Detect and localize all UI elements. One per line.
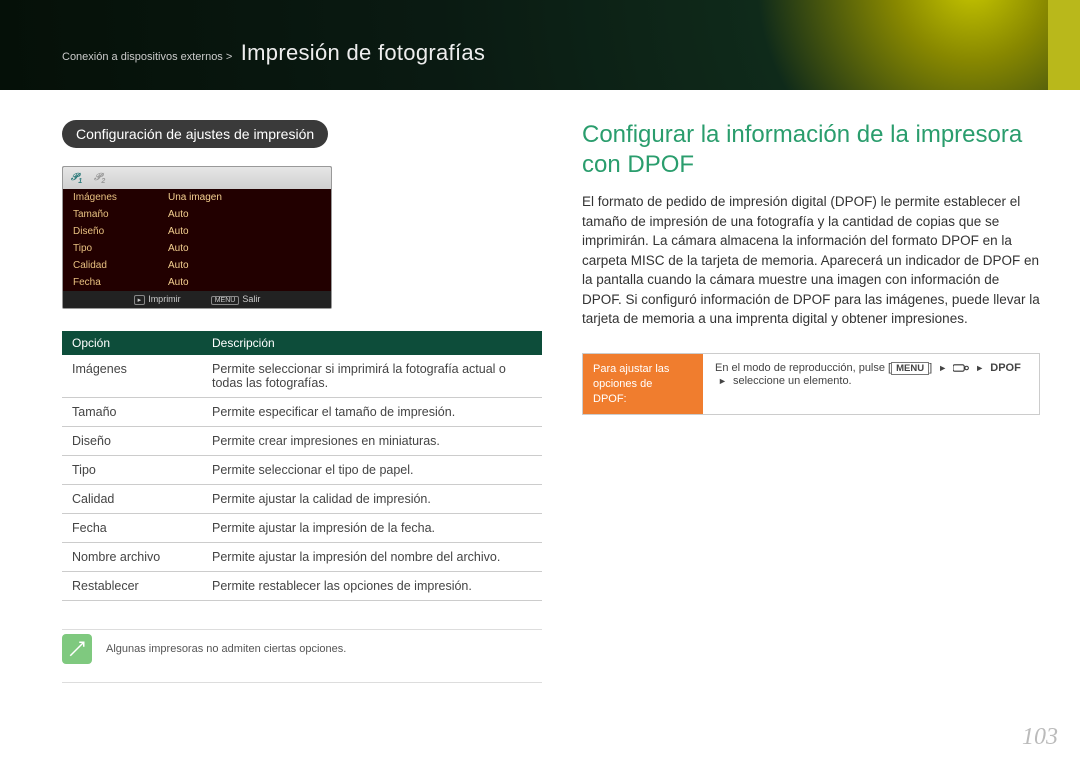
right-column: Configurar la información de la impresor…: [582, 120, 1040, 683]
section-pill: Configuración de ajustes de impresión: [62, 120, 328, 148]
table-row: ImágenesPermite seleccionar si imprimirá…: [62, 355, 542, 398]
table-row: Nombre archivoPermite ajustar la impresi…: [62, 543, 542, 572]
header-accent: [1048, 0, 1080, 90]
option-name: Tamaño: [62, 398, 202, 427]
note-icon: [62, 634, 92, 664]
camera-row-key: Imágenes: [73, 192, 168, 203]
print-btn-icon: ▸: [134, 295, 146, 305]
camera-row-key: Diseño: [73, 226, 168, 237]
option-desc: Permite ajustar la impresión de la fecha…: [202, 514, 542, 543]
table-row: DiseñoPermite crear impresiones en minia…: [62, 427, 542, 456]
th-description: Descripción: [202, 331, 542, 355]
table-row: FechaPermite ajustar la impresión de la …: [62, 514, 542, 543]
menu-key-icon: MENU: [891, 362, 929, 375]
page-header: Conexión a dispositivos externos > Impre…: [0, 0, 1080, 90]
camera-row-value: Una imagen: [168, 192, 222, 203]
option-name: Diseño: [62, 427, 202, 456]
left-column: Configuración de ajustes de impresión 𝒫1…: [62, 120, 542, 683]
options-table: Opción Descripción ImágenesPermite selec…: [62, 331, 542, 601]
camera-print-label: Imprimir: [148, 294, 181, 304]
arrow-icon: ►: [975, 363, 984, 373]
camera-footer: ▸Imprimir MENUSalir: [63, 291, 331, 308]
table-row: CalidadPermite ajustar la calidad de imp…: [62, 485, 542, 514]
th-option: Opción: [62, 331, 202, 355]
breadcrumb-prefix: Conexión a dispositivos externos >: [62, 51, 232, 63]
option-desc: Permite seleccionar si imprimirá la foto…: [202, 355, 542, 398]
option-name: Nombre archivo: [62, 543, 202, 572]
note-box: Algunas impresoras no admiten ciertas op…: [62, 629, 542, 683]
dpof-text-post1: ]: [929, 362, 935, 374]
dpof-text-pre: En el modo de reproducción, pulse [: [715, 362, 891, 374]
camera-row-value: Auto: [168, 260, 189, 271]
table-row: TamañoPermite especificar el tamaño de i…: [62, 398, 542, 427]
option-desc: Permite ajustar la impresión del nombre …: [202, 543, 542, 572]
table-row: RestablecerPermite restablecer las opcio…: [62, 572, 542, 601]
camera-row-value: Auto: [168, 277, 189, 288]
note-text: Algunas impresoras no admiten ciertas op…: [106, 643, 346, 655]
option-desc: Permite crear impresiones en miniaturas.: [202, 427, 542, 456]
dpof-left-line3: DPOF:: [593, 393, 627, 405]
option-desc: Permite seleccionar el tipo de papel.: [202, 456, 542, 485]
right-body: El formato de pedido de impresión digita…: [582, 192, 1040, 329]
option-desc: Permite especificar el tamaño de impresi…: [202, 398, 542, 427]
camera-row-key: Tipo: [73, 243, 168, 254]
camera-tab-2-icon: 𝒫2: [94, 172, 105, 185]
dpof-right-instructions: En el modo de reproducción, pulse [MENU]…: [703, 354, 1039, 415]
dpof-instruction-box: Para ajustar las opciones de DPOF: En el…: [582, 353, 1040, 416]
option-name: Fecha: [62, 514, 202, 543]
arrow-icon: ►: [938, 363, 947, 373]
menu-btn-icon: MENU: [211, 296, 240, 305]
camera-row-key: Tamaño: [73, 209, 168, 220]
option-name: Tipo: [62, 456, 202, 485]
camera-row-value: Auto: [168, 209, 189, 220]
camera-row: DiseñoAuto: [63, 223, 331, 240]
option-desc: Permite restablecer las opciones de impr…: [202, 572, 542, 601]
option-name: Calidad: [62, 485, 202, 514]
dpof-left-line1: Para ajustar las: [593, 363, 669, 375]
camera-row-value: Auto: [168, 243, 189, 254]
camera-row: CalidadAuto: [63, 257, 331, 274]
right-title: Configurar la información de la impresor…: [582, 120, 1040, 180]
camera-row: FechaAuto: [63, 274, 331, 291]
camera-row-key: Fecha: [73, 277, 168, 288]
table-row: TipoPermite seleccionar el tipo de papel…: [62, 456, 542, 485]
arrow-icon: ►: [718, 376, 727, 386]
dpof-label: DPOF: [990, 362, 1021, 374]
camera-tabs: 𝒫1 𝒫2: [63, 167, 331, 189]
camera-settings-preview: 𝒫1 𝒫2 ImágenesUna imagenTamañoAutoDiseño…: [62, 166, 332, 309]
camera-row: TipoAuto: [63, 240, 331, 257]
dpof-line2: seleccione un elemento.: [733, 375, 852, 387]
camera-row: ImágenesUna imagen: [63, 189, 331, 206]
camera-row-key: Calidad: [73, 260, 168, 271]
option-name: Imágenes: [62, 355, 202, 398]
dpof-left-label: Para ajustar las opciones de DPOF:: [583, 354, 703, 415]
camera-exit-label: Salir: [242, 294, 260, 304]
page-number: 103: [1022, 724, 1058, 751]
option-desc: Permite ajustar la calidad de impresión.: [202, 485, 542, 514]
option-name: Restablecer: [62, 572, 202, 601]
camera-tab-1-icon: 𝒫1: [71, 172, 82, 185]
dpof-left-line2: opciones de: [593, 378, 652, 390]
tool-icon: [953, 363, 969, 373]
camera-row-value: Auto: [168, 226, 189, 237]
camera-row: TamañoAuto: [63, 206, 331, 223]
breadcrumb-title: Impresión de fotografías: [241, 40, 485, 65]
